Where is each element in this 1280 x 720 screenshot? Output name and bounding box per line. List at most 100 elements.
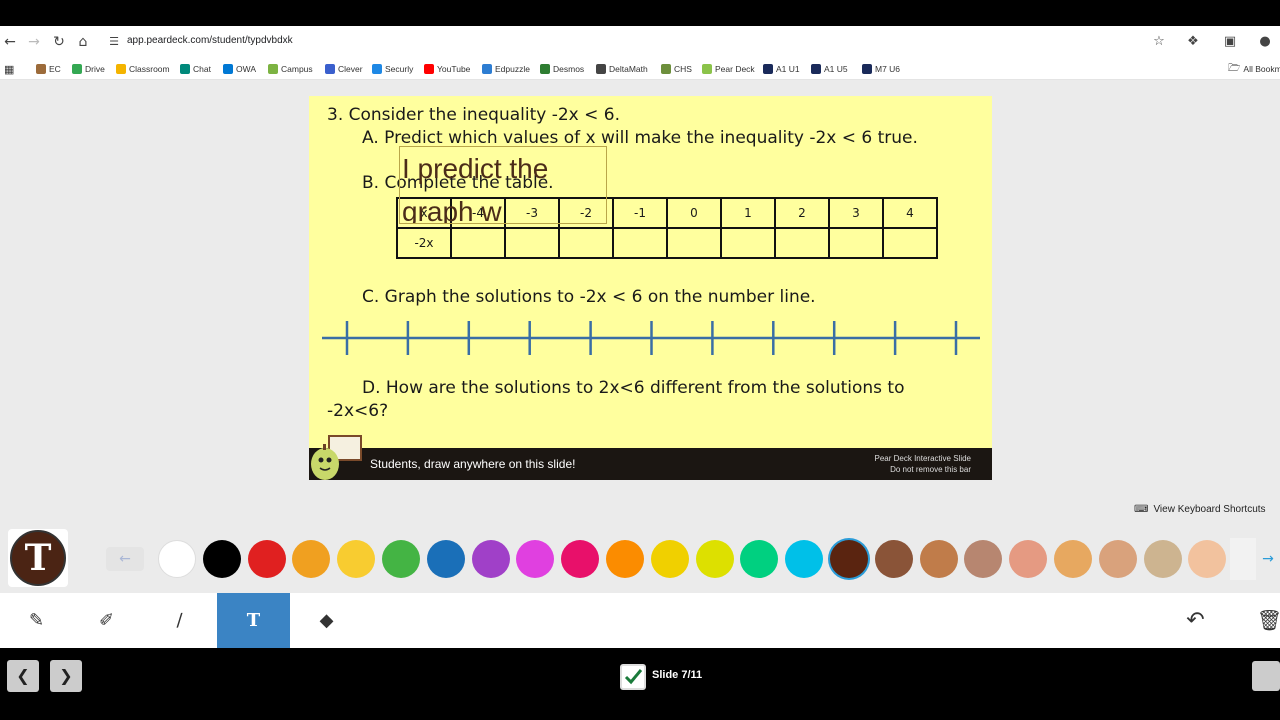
home-icon[interactable]: ⌂ [73,32,93,52]
table-cell: 0 [666,197,722,229]
table-cell [882,227,938,259]
keyboard-icon: ⌨ [1134,504,1149,515]
color-swatch[interactable] [919,540,958,578]
url-text[interactable]: app.peardeck.com/student/typdvbdxk [127,35,293,46]
bookmark-favicon-icon [372,64,382,74]
student-text-line: I predict the [402,153,549,184]
forward-icon[interactable]: → [24,32,44,52]
color-swatch[interactable] [1143,540,1182,578]
color-swatch[interactable] [1009,540,1048,578]
slide-canvas[interactable]: 3. Consider the inequality -2x < 6. A. P… [309,96,992,480]
bookmark-chat[interactable]: Chat [180,61,211,77]
palette-overflow [1230,538,1256,580]
apps-icon[interactable]: ▦ [4,61,14,77]
undo-icon[interactable]: ↶ [1159,593,1232,648]
table-cell [774,227,830,259]
color-swatch[interactable] [830,540,868,578]
pear-deck-bar: Students, draw anywhere on this slide! P… [309,448,992,480]
bookmark-pear-deck[interactable]: Pear Deck [702,61,755,77]
bookmark-favicon-icon [763,64,773,74]
line-tool-icon[interactable]: ∕ [143,593,216,648]
extensions-icon[interactable]: ❖ [1184,33,1202,51]
bookmark-drive[interactable]: Drive [72,61,105,77]
color-swatch[interactable] [606,540,644,578]
table-row-neg2x: -2x [396,227,938,259]
next-slide-button[interactable]: ❯ [50,660,82,692]
trash-icon[interactable]: 🗑 [1233,593,1280,648]
bookmark-favicon-icon [116,64,126,74]
bookmark-favicon-icon [325,64,335,74]
bookmark-chs[interactable]: CHS [661,61,692,77]
browser-toolbar: ← → ↻ ⌂ ☰ app.peardeck.com/student/typdv… [0,26,1280,57]
bookmark-desmos[interactable]: Desmos [540,61,584,77]
bookmark-owa[interactable]: OWA [223,61,256,77]
color-swatch[interactable] [561,540,600,578]
table-cell: -2x [396,227,452,259]
table-cell: 4 [882,197,938,229]
present-mode-icon[interactable] [1252,661,1280,691]
table-cell [558,227,614,259]
color-swatch[interactable] [785,540,824,578]
bookmark-favicon-icon [424,64,434,74]
color-swatch[interactable] [247,540,286,578]
all-bookmarks[interactable]: 🗁 All Bookm [1228,61,1280,77]
palette-prev-button[interactable]: ← [106,547,144,571]
back-icon[interactable]: ← [0,32,20,52]
view-keyboard-shortcuts[interactable]: ⌨ View Keyboard Shortcuts [1134,504,1266,515]
bookmark-clever[interactable]: Clever [325,61,363,77]
bookmark-youtube[interactable]: YouTube [424,61,470,77]
active-tool-badge: T [8,529,68,587]
bookmark-favicon-icon [540,64,550,74]
bookmark-favicon-icon [661,64,671,74]
highlighter-tool-icon[interactable]: ✐ [70,593,143,648]
bookmark-favicon-icon [862,64,872,74]
bookmark-favicon-icon [268,64,278,74]
bookmark-ec[interactable]: EC [36,61,61,77]
deck-note: Do not remove this bar [890,465,971,474]
bookmark-a1-u5[interactable]: A1 U5 [811,61,848,77]
table-cell: 2 [774,197,830,229]
color-swatch[interactable] [202,540,241,578]
bookmark-favicon-icon [72,64,82,74]
bookmark-a1-u1[interactable]: A1 U1 [763,61,800,77]
eraser-tool-icon[interactable]: ◆ [290,593,363,648]
table-cell: -1 [612,197,668,229]
color-swatch[interactable] [1054,540,1092,578]
color-swatch[interactable] [874,540,913,578]
table-cell [720,227,776,259]
slide-checkmark-icon [620,664,646,690]
cast-icon[interactable]: ▣ [1221,33,1239,51]
table-cell [612,227,668,259]
color-swatch[interactable] [695,540,734,578]
bookmark-m7-u6[interactable]: M7 U6 [862,61,900,77]
table-cell [828,227,884,259]
color-swatch[interactable] [650,540,689,578]
pencil-tool-icon[interactable]: ✎ [0,593,73,648]
folder-icon: 🗁 [1228,62,1241,74]
slide-counter: Slide 7/11 [652,669,703,681]
bookmark-edpuzzle[interactable]: Edpuzzle [482,61,530,77]
palette-next-button[interactable]: → [1256,547,1280,571]
profile-icon[interactable]: ● [1256,33,1274,51]
question-d: D. How are the solutions to 2x<6 differe… [362,378,905,398]
question-c: C. Graph the solutions to -2x < 6 on the… [362,287,816,307]
deck-message: Students, draw anywhere on this slide! [370,457,576,471]
site-info-icon[interactable]: ☰ [104,32,124,52]
color-swatch[interactable] [158,540,196,578]
student-text-box[interactable]: I predict the graph w [399,146,607,224]
color-swatch[interactable] [382,540,420,578]
color-swatch[interactable] [337,540,376,578]
bookmark-classroom[interactable]: Classroom [116,61,170,77]
bookmark-campus[interactable]: Campus [268,61,313,77]
reload-icon[interactable]: ↻ [49,32,69,52]
bookmark-star-icon[interactable]: ☆ [1150,33,1168,51]
bookmark-favicon-icon [596,64,606,74]
previous-slide-button[interactable]: ❮ [7,660,39,692]
color-swatch[interactable] [1098,540,1137,578]
bookmark-deltamath[interactable]: DeltaMath [596,61,648,77]
color-swatch[interactable] [426,540,465,578]
text-tool-icon[interactable]: T [217,593,290,648]
color-swatch[interactable] [471,540,510,578]
number-line [322,321,980,355]
bookmark-securly[interactable]: Securly [372,61,413,77]
